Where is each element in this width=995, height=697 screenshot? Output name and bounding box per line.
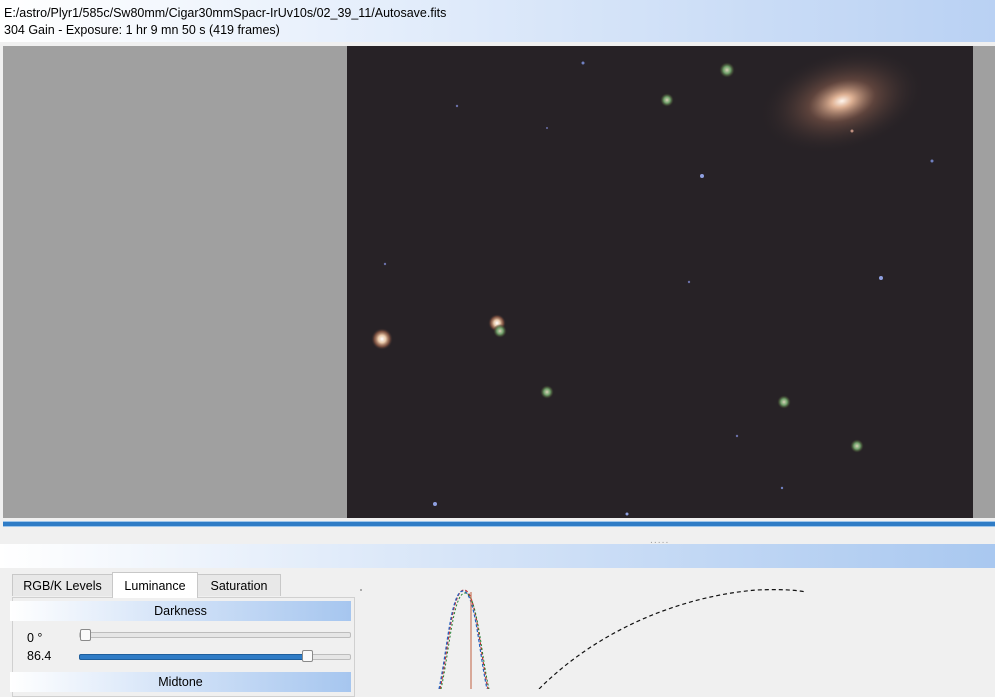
midtone-header: Midtone (10, 672, 351, 692)
darkness-angle-track[interactable] (79, 632, 351, 638)
star-field (371, 47, 934, 516)
astro-image[interactable] (347, 46, 973, 518)
darkness-angle-value: 0 ° (27, 631, 43, 645)
histogram-curve (360, 589, 807, 689)
exposure-info: 304 Gain - Exposure: 1 hr 9 mn 50 s (419… (4, 23, 280, 37)
panel-header-band (0, 544, 995, 568)
tab-rgbk-levels[interactable]: RGB/K Levels (12, 574, 113, 596)
darkness-level-fill (79, 654, 311, 660)
image-viewer[interactable] (3, 46, 995, 518)
darkness-angle-slider[interactable] (80, 629, 91, 641)
darkness-header: Darkness (10, 601, 351, 621)
darkness-level-slider[interactable] (302, 650, 313, 662)
tab-saturation[interactable]: Saturation (197, 574, 281, 596)
tab-luminance[interactable]: Luminance (112, 572, 198, 598)
splitter-bar[interactable] (3, 521, 995, 527)
title-header: E:/astro/Plyr1/585c/Sw80mm/Cigar30mmSpac… (0, 0, 995, 42)
file-path: E:/astro/Plyr1/585c/Sw80mm/Cigar30mmSpac… (4, 6, 447, 20)
darkness-level-value: 86.4 (27, 649, 52, 663)
